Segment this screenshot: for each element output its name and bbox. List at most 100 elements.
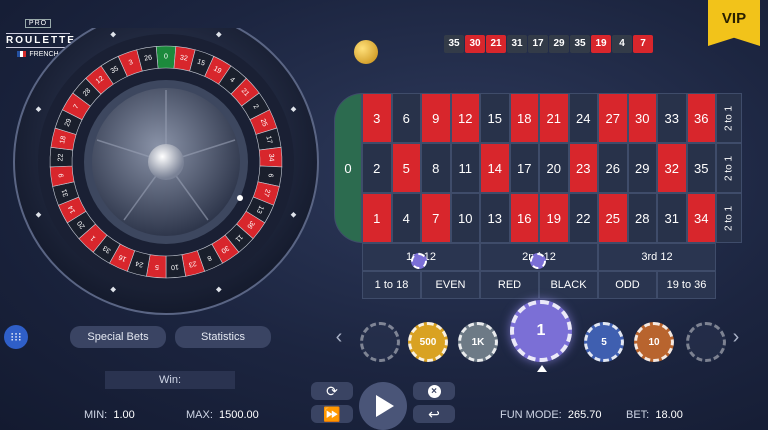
- chip-next-arrow[interactable]: ›: [728, 326, 744, 348]
- number-cell[interactable]: 31: [657, 193, 687, 243]
- chip-1[interactable]: 1: [510, 300, 572, 362]
- number-cell[interactable]: 16: [509, 193, 539, 243]
- chip-blank[interactable]: [686, 322, 726, 362]
- fast-forward-button[interactable]: ⏩: [311, 405, 353, 423]
- statistics-button[interactable]: Statistics: [175, 326, 271, 348]
- fast-forward-icon: ⏩: [323, 405, 341, 422]
- number-cell[interactable]: 22: [568, 193, 598, 243]
- outside-bet-cell[interactable]: RED: [480, 271, 539, 299]
- history-number: 7: [633, 35, 653, 53]
- undo-arrow-icon: ↩: [428, 405, 440, 422]
- history-number: 19: [591, 35, 611, 53]
- number-cell[interactable]: 36: [686, 93, 716, 143]
- min-value: 1.00: [113, 409, 135, 421]
- balance: FUN MODE: 265.70: [500, 409, 602, 421]
- wheel-pocket-number: 34: [267, 154, 274, 162]
- clear-bets-button[interactable]: ×: [413, 382, 455, 400]
- zero-cell[interactable]: 0: [334, 93, 362, 243]
- menu-grid-button[interactable]: ⁝⁝⁝: [4, 325, 28, 349]
- number-cell[interactable]: 24: [568, 93, 598, 143]
- history-number: 31: [507, 35, 527, 53]
- chip-500[interactable]: 500: [408, 322, 448, 362]
- number-cell[interactable]: 13: [480, 193, 510, 243]
- spin-button[interactable]: [359, 382, 407, 430]
- history-number: 35: [570, 35, 590, 53]
- column-bet-cell[interactable]: 2 to 1: [716, 93, 742, 143]
- special-bets-button[interactable]: Special Bets: [70, 326, 166, 348]
- number-cell[interactable]: 7: [421, 193, 451, 243]
- number-cell[interactable]: 6: [391, 93, 421, 143]
- number-cell[interactable]: 4: [391, 193, 421, 243]
- chip-5[interactable]: 5: [584, 322, 624, 362]
- number-cell[interactable]: 15: [480, 93, 510, 143]
- total-bet: BET: 18.00: [626, 409, 683, 421]
- history-number: 35: [444, 35, 464, 53]
- number-cell[interactable]: 19: [539, 193, 569, 243]
- number-cell[interactable]: 35: [686, 143, 716, 193]
- rebet-button[interactable]: ⟳: [311, 382, 353, 400]
- number-cell[interactable]: 25: [598, 193, 628, 243]
- outside-bet-cell[interactable]: 1 to 18: [362, 271, 421, 299]
- vip-badge[interactable]: VIP: [708, 0, 760, 46]
- wheel-pocket-number: 10: [171, 263, 179, 271]
- max-bet: MAX: 1500.00: [186, 409, 259, 421]
- grid-icon: ⁝⁝⁝: [10, 330, 22, 344]
- chip-10[interactable]: 10: [634, 322, 674, 362]
- number-cell[interactable]: 1: [362, 193, 392, 243]
- number-cell[interactable]: 20: [539, 143, 569, 193]
- number-cell[interactable]: 26: [598, 143, 628, 193]
- selected-chip-indicator: [537, 365, 547, 372]
- number-cell[interactable]: 28: [627, 193, 657, 243]
- outside-bet-cell[interactable]: ODD: [598, 271, 657, 299]
- history-number: 17: [528, 35, 548, 53]
- number-cell[interactable]: 29: [627, 143, 657, 193]
- history-number: 21: [486, 35, 506, 53]
- undo-button[interactable]: ↩: [413, 405, 455, 423]
- wheel-pocket-number: 26: [144, 54, 153, 62]
- column-bet-cell[interactable]: 2 to 1: [716, 143, 742, 193]
- number-cell[interactable]: 21: [539, 93, 569, 143]
- number-cell[interactable]: 3: [362, 93, 392, 143]
- number-cell[interactable]: 27: [598, 93, 628, 143]
- roulette-wheel: 0 32 1519421225173462713361130823105241633…: [13, 28, 319, 315]
- chip-blank[interactable]: [360, 322, 400, 362]
- placed-chip[interactable]: [530, 253, 546, 269]
- number-cell[interactable]: 32: [657, 143, 687, 193]
- balance-value: 265.70: [567, 409, 602, 421]
- dozen-bet-cell[interactable]: 3rd 12: [598, 243, 716, 271]
- number-cell[interactable]: 23: [568, 143, 598, 193]
- min-label: MIN:: [84, 409, 108, 421]
- bet-value: 18.00: [655, 409, 683, 421]
- history-number: 29: [549, 35, 569, 53]
- number-cell[interactable]: 5: [391, 143, 421, 193]
- number-cell[interactable]: 34: [686, 193, 716, 243]
- outside-bet-cell[interactable]: 19 to 36: [657, 271, 716, 299]
- placed-chip[interactable]: [411, 253, 427, 269]
- chip-1K[interactable]: 1K: [458, 322, 498, 362]
- number-cell[interactable]: 9: [421, 93, 451, 143]
- number-cell[interactable]: 10: [450, 193, 480, 243]
- gold-coin-icon[interactable]: [354, 40, 378, 64]
- win-display: Win:: [105, 371, 235, 389]
- wheel-center-knob: [148, 144, 184, 180]
- wheel-pocket-number: 0: [164, 54, 168, 61]
- number-cell[interactable]: 2: [362, 143, 392, 193]
- number-cell[interactable]: 11: [450, 143, 480, 193]
- column-bet-cell[interactable]: 2 to 1: [716, 193, 742, 243]
- number-cell[interactable]: 12: [450, 93, 480, 143]
- number-cell[interactable]: 17: [509, 143, 539, 193]
- fun-mode-label: FUN MODE:: [500, 409, 562, 421]
- number-cell[interactable]: 14: [480, 143, 510, 193]
- number-cell[interactable]: 8: [421, 143, 451, 193]
- repeat-icon: ⟳: [326, 382, 338, 399]
- chip-prev-arrow[interactable]: ‹: [331, 326, 347, 348]
- number-cell[interactable]: 33: [657, 93, 687, 143]
- wheel-pocket-number: 32: [179, 54, 188, 62]
- number-cell[interactable]: 30: [627, 93, 657, 143]
- outside-bet-cell[interactable]: BLACK: [539, 271, 598, 299]
- number-cell[interactable]: 18: [509, 93, 539, 143]
- min-bet: MIN: 1.00: [84, 409, 135, 421]
- outside-bet-cell[interactable]: EVEN: [421, 271, 480, 299]
- wheel-pocket-number: 22: [57, 153, 64, 161]
- betting-table: 0 3 6 9 12 15 18 21 24 27 30 33 36 2 to 1 2 5 8 11 14 17 20 2…: [334, 93, 748, 301]
